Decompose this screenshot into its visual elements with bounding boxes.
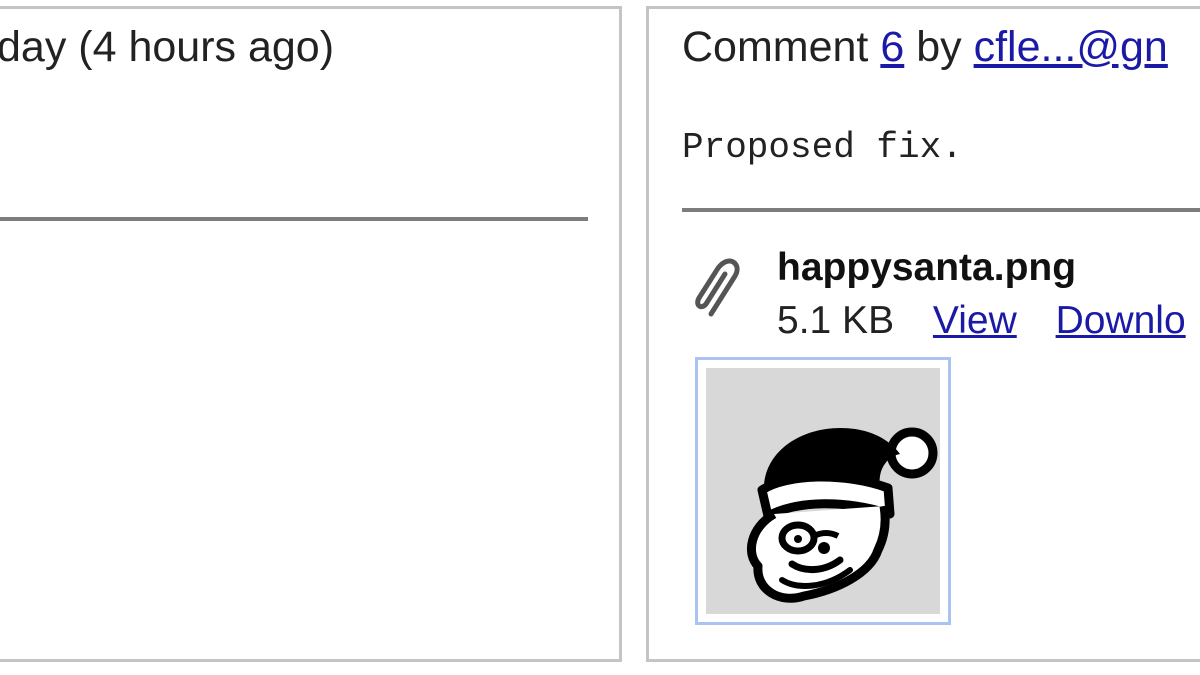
comment-divider [682, 208, 1200, 212]
comment-number-link[interactable]: 6 [880, 23, 904, 71]
attachment-size: 5.1 KB [777, 299, 895, 342]
thumbnail-background [706, 368, 940, 614]
paperclip-icon [691, 252, 747, 322]
author-link[interactable]: cfle...@gn [974, 23, 1168, 71]
comment-label: Comment [682, 23, 869, 71]
comment-timestamp: day (4 hours ago) [0, 23, 335, 71]
view-link[interactable]: View [933, 299, 1017, 342]
right-comment-panel: Comment 6 by cfle...@gn Proposed fix. ha… [646, 6, 1200, 662]
attachment-info: 5.1 KB View Downlo [777, 299, 1186, 343]
download-link[interactable]: Downlo [1056, 299, 1186, 342]
comment-divider [0, 217, 588, 221]
comment-header: Comment 6 by cfle...@gn [682, 23, 1168, 72]
comment-body: Proposed fix. [682, 127, 963, 168]
santa-face-icon [746, 427, 938, 603]
attachment-thumbnail[interactable] [695, 357, 951, 625]
by-label: by [916, 23, 962, 71]
left-comment-panel: day (4 hours ago) [0, 6, 622, 662]
attachment-filename: happysanta.png [777, 246, 1077, 289]
